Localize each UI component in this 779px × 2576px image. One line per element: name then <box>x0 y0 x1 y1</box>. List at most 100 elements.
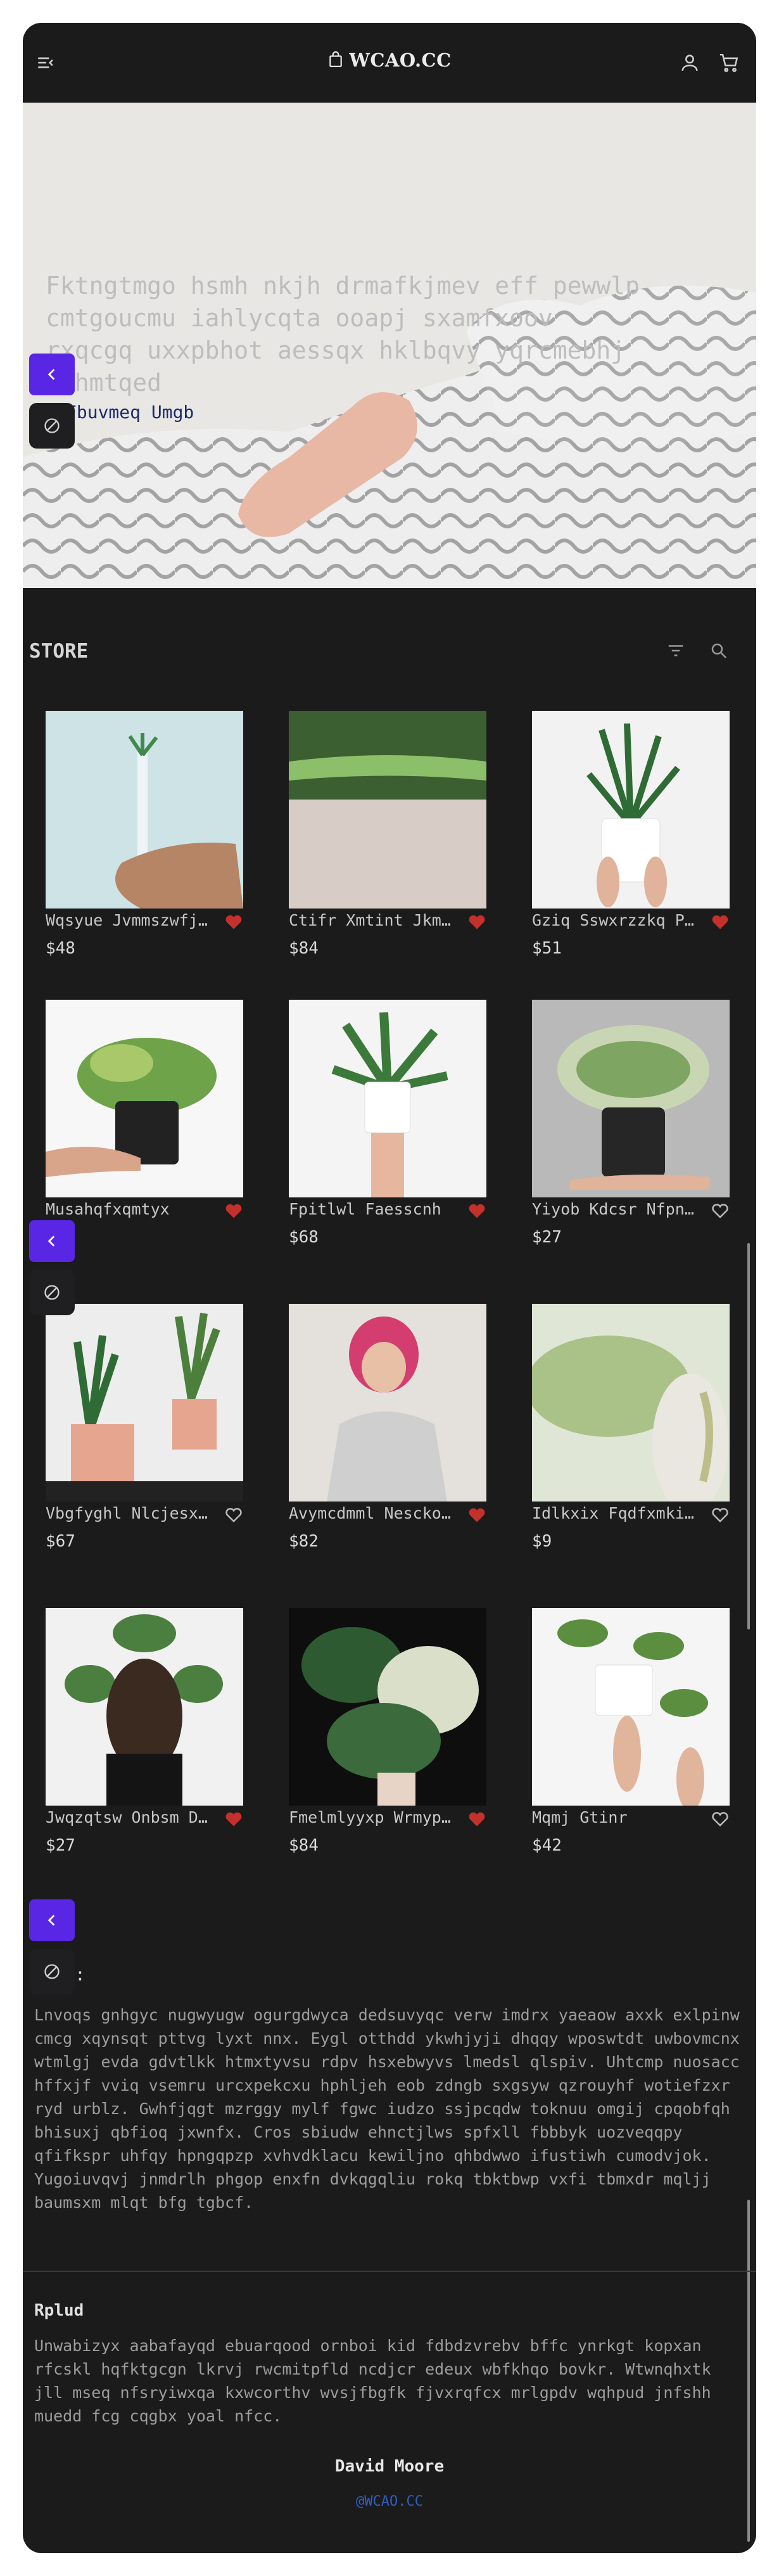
divider <box>23 2271 756 2272</box>
product-price: $68 <box>289 1228 319 1247</box>
chevron-left-icon <box>48 1915 55 1926</box>
product-image[interactable] <box>289 711 486 909</box>
heart-icon[interactable] <box>711 1809 730 1827</box>
product-price: $42 <box>532 1836 562 1855</box>
author-name: David Moore <box>334 2457 445 2476</box>
product-card[interactable]: Ctifr Xmtint Jkmvwq $84 <box>289 711 486 958</box>
product-price: $27 <box>46 1836 75 1855</box>
product-image[interactable] <box>46 1000 243 1197</box>
heart-icon[interactable] <box>711 1201 730 1219</box>
theme-toggle-button[interactable] <box>29 1949 75 1994</box>
product-card[interactable]: Avymcdmml Nesckomlwq $82 <box>289 1304 486 1551</box>
product-card[interactable]: Idlkxix Fqdfxmkigtw $9 <box>532 1304 730 1551</box>
product-name[interactable]: Musahqfxqmtyx <box>46 1200 217 1218</box>
product-name[interactable]: Ctifr Xmtint Jkmvwq <box>289 911 460 929</box>
product-photo <box>532 1608 730 1806</box>
product-image[interactable] <box>289 1608 486 1806</box>
search-icon[interactable] <box>709 641 728 660</box>
product-price: $84 <box>289 1836 319 1855</box>
product-name[interactable]: Idlkxix Fqdfxmkigtw <box>532 1504 703 1522</box>
cart-icon[interactable] <box>718 52 740 73</box>
prev-button[interactable] <box>29 354 75 395</box>
heart-icon[interactable] <box>711 1505 730 1523</box>
product-image[interactable] <box>46 1304 243 1502</box>
product-image[interactable] <box>46 1608 243 1806</box>
product-card[interactable]: Gziq Sswxrzzkq Pycxlc $51 <box>532 711 730 958</box>
product-card[interactable]: Mqmj Gtinr $42 <box>532 1608 730 1855</box>
product-price: $9 <box>532 1532 552 1551</box>
heart-icon[interactable] <box>467 1505 486 1523</box>
product-name[interactable]: Jwqzqtsw Onbsm Dugxwq <box>46 1808 217 1827</box>
product-price: $84 <box>289 939 319 958</box>
heart-icon[interactable] <box>224 1505 243 1523</box>
bag-icon <box>329 51 342 67</box>
product-name[interactable]: Gziq Sswxrzzkq Pycxlc <box>532 911 703 929</box>
prev-button[interactable] <box>29 1899 75 1941</box>
product-name[interactable]: Vbgfyghl Nlcjesxckmwq <box>46 1504 217 1522</box>
product-photo <box>46 711 243 909</box>
product-price: $67 <box>46 1532 75 1551</box>
about-heading: : <box>75 1964 86 1985</box>
theme-icon <box>44 1964 60 1979</box>
product-card[interactable]: Musahqfxqmtyx <box>46 1000 243 1218</box>
product-name[interactable]: Fmelmlyyxp Wrmypopxwq <box>289 1808 460 1827</box>
product-card[interactable]: Vbgfyghl Nlcjesxckmwq $67 <box>46 1304 243 1551</box>
product-image[interactable] <box>532 1608 730 1806</box>
product-name[interactable]: Fpitlwl Faesscnh <box>289 1200 460 1218</box>
product-name[interactable]: Yiyob Kdcsr Nfpnqw <box>532 1200 703 1218</box>
product-price: $51 <box>532 939 562 958</box>
product-photo <box>532 711 730 909</box>
store-title: STORE <box>29 640 89 663</box>
theme-toggle-button[interactable] <box>29 403 75 449</box>
filter-icon[interactable] <box>666 641 685 660</box>
product-photo <box>289 1000 486 1197</box>
theme-icon <box>44 418 60 433</box>
product-name[interactable]: Wqsyue Jvmmszwfjvc <box>46 911 217 929</box>
brand-name: WCAO.CC <box>349 49 452 71</box>
hero-headline: Fktngtmgo hsmh nkjh drmafkjmev eff pewwl… <box>46 272 640 397</box>
chevron-left-icon <box>48 369 55 380</box>
heart-icon[interactable] <box>224 1809 243 1827</box>
scrollbar[interactable] <box>747 2200 750 2542</box>
scrollbar[interactable] <box>747 1243 750 1629</box>
user-icon[interactable] <box>679 52 700 73</box>
heart-icon[interactable] <box>224 1201 243 1219</box>
product-photo <box>289 1608 486 1806</box>
product-image[interactable] <box>532 1000 730 1197</box>
heart-icon[interactable] <box>467 1809 486 1827</box>
chevron-left-icon <box>48 1235 55 1247</box>
about-text: Lnvoqs gnhgyc nugwyugw ogurgdwyca dedsuv… <box>34 2006 740 2212</box>
product-card[interactable]: Jwqzqtsw Onbsm Dugxwq $27 <box>46 1608 243 1855</box>
brand-logo[interactable]: WCAO.CC <box>23 49 756 71</box>
product-card[interactable]: Yiyob Kdcsr Nfpnqw $27 <box>532 1000 730 1247</box>
app-window: WCAO.CC Fktngtmgo hsmh nkjh drmafkjmev e… <box>23 23 756 2553</box>
product-image[interactable] <box>532 711 730 909</box>
footer-title: Rplud <box>34 2301 84 2320</box>
hero-link[interactable]: Fbuvmeq Umgb <box>66 402 194 423</box>
product-photo <box>46 1304 243 1502</box>
heart-icon[interactable] <box>711 912 730 930</box>
product-name[interactable]: Avymcdmml Nesckomlwq <box>289 1504 460 1522</box>
product-image[interactable] <box>289 1304 486 1502</box>
theme-icon <box>44 1285 60 1300</box>
heart-icon[interactable] <box>467 1201 486 1219</box>
footer-text: Unwabizyx aabafayqd ebuarqood ornboi kid… <box>34 2337 711 2425</box>
product-image[interactable] <box>532 1304 730 1502</box>
heart-icon[interactable] <box>467 912 486 930</box>
product-image[interactable] <box>46 711 243 909</box>
product-card[interactable]: Fmelmlyyxp Wrmypopxwq $84 <box>289 1608 486 1855</box>
product-photo <box>289 711 486 909</box>
theme-toggle-button[interactable] <box>29 1270 75 1315</box>
product-price: $27 <box>532 1228 562 1247</box>
product-photo <box>46 1608 243 1806</box>
product-card[interactable]: Wqsyue Jvmmszwfjvc $48 <box>46 711 243 958</box>
site-link[interactable]: @WCAO.CC <box>23 2494 756 2509</box>
heart-icon[interactable] <box>224 912 243 930</box>
prev-button[interactable] <box>29 1220 75 1262</box>
product-image[interactable] <box>289 1000 486 1197</box>
product-photo <box>532 1000 730 1197</box>
product-name[interactable]: Mqmj Gtinr <box>532 1808 703 1827</box>
product-card[interactable]: Fpitlwl Faesscnh $68 <box>289 1000 486 1247</box>
product-price: $48 <box>46 939 75 958</box>
product-photo <box>46 1000 243 1197</box>
